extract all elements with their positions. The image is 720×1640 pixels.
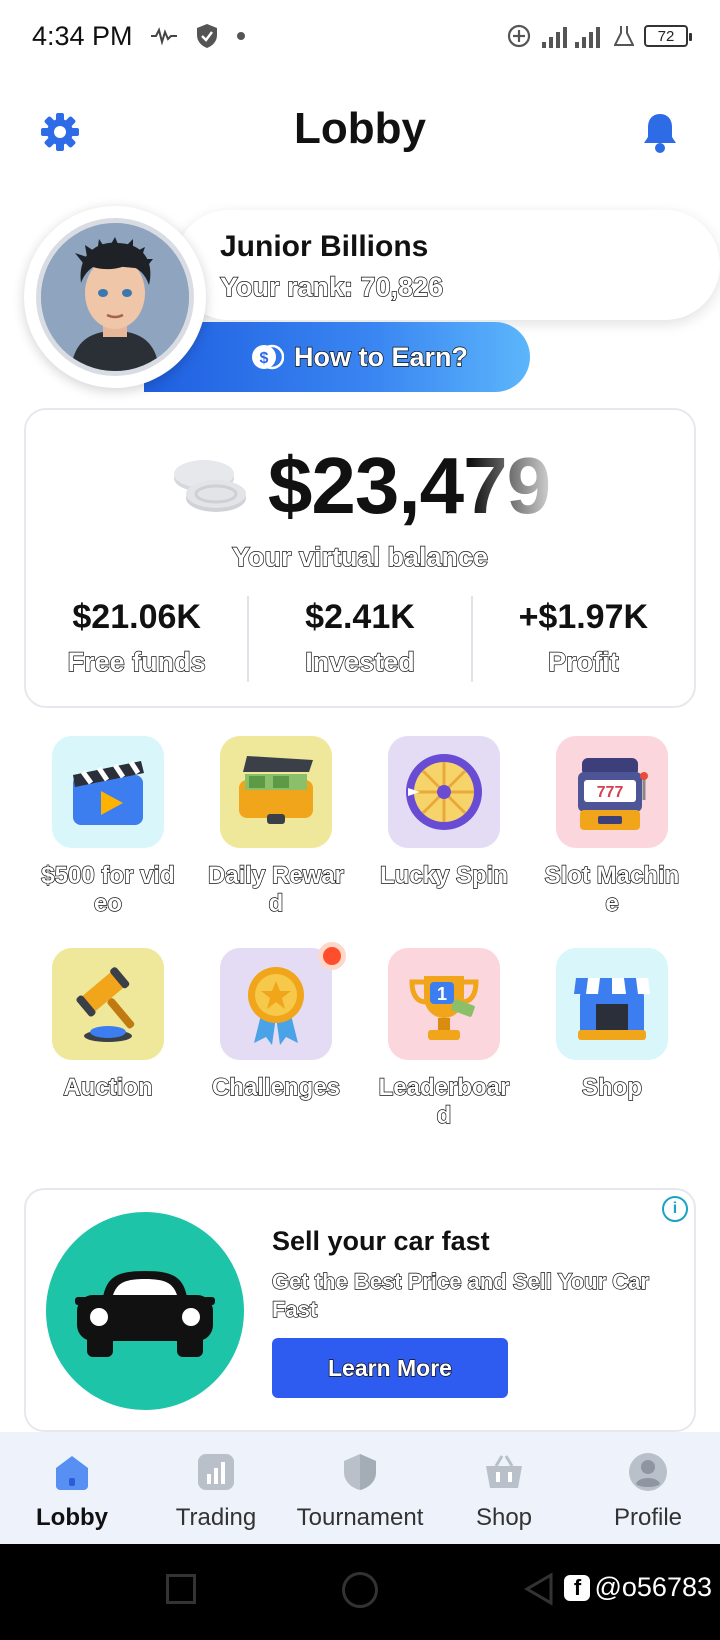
money-case-icon [220, 736, 332, 848]
nav-label: Lobby [36, 1504, 108, 1531]
feature-label: Leaderboard [378, 1073, 510, 1129]
battery-icon: 72 [644, 25, 692, 47]
feature-label: Slot Machine [544, 861, 680, 917]
coin-icon: $ [252, 344, 284, 370]
basket-icon [484, 1452, 524, 1492]
facebook-icon: f [564, 1574, 591, 1601]
watermark-text: @o56783 [594, 1572, 712, 1602]
feature-slot-machine[interactable]: 777 Slot Machine [528, 736, 696, 918]
ad-info-icon[interactable]: i [662, 1196, 688, 1222]
feature-shop[interactable]: Shop [528, 948, 696, 1130]
feature-lucky-spin[interactable]: Lucky Spin [360, 736, 528, 918]
svg-text:$: $ [260, 350, 269, 367]
user-icon [628, 1452, 668, 1492]
ad-card[interactable]: i Sell your car fast Get the Best Price … [24, 1188, 696, 1432]
chart-icon [196, 1452, 236, 1492]
stat-label: Free funds [67, 646, 206, 677]
stat-value: $2.41K [305, 598, 415, 636]
profile-info-pill [174, 210, 720, 320]
stat-value: +$1.97K [518, 598, 649, 636]
stat-label: Invested [305, 646, 416, 677]
nav-label: Profile [613, 1504, 683, 1531]
feature-label: Challenges [211, 1073, 341, 1101]
how-to-earn-button[interactable]: $ How to Earn? [144, 322, 530, 392]
nav-label: Trading [175, 1504, 257, 1531]
feature-label: Daily Reward [207, 861, 345, 917]
home-button[interactable] [342, 1572, 378, 1608]
page-title: Lobby [294, 104, 426, 153]
nav-shop[interactable]: Shop [432, 1432, 576, 1544]
clapperboard-icon [52, 736, 164, 848]
notifications-button[interactable] [636, 108, 684, 156]
waveform-icon [150, 27, 177, 45]
stat-profit: +$1.97K Profit [473, 596, 694, 682]
learn-more-label: Learn More [327, 1354, 452, 1381]
car-logo-icon [46, 1212, 244, 1410]
feature-label: Shop [581, 1073, 642, 1101]
nav-profile[interactable]: Profile [576, 1432, 720, 1544]
bell-icon [644, 114, 676, 153]
battery-level: 72 [657, 27, 675, 45]
ad-description: Get the Best Price and Sell Your Car Fas… [271, 1268, 649, 1322]
watermark: f @o56783 [564, 1572, 712, 1603]
stat-value: $21.06K [72, 598, 201, 636]
wheel-icon [388, 736, 500, 848]
nav-tournament[interactable]: Tournament [288, 1432, 432, 1544]
signal-icon [542, 27, 600, 48]
feature-video[interactable]: $500 for video [24, 736, 192, 918]
status-time: 4:34 PM [32, 20, 133, 51]
svg-text:1: 1 [437, 984, 447, 1004]
how-to-earn-label: How to Earn? [293, 341, 468, 372]
medal-icon [220, 942, 346, 1060]
nav-label: Tournament [296, 1504, 424, 1531]
shield-icon [340, 1452, 380, 1492]
bottom-nav: Lobby Trading Tournament Shop Profile [0, 1432, 720, 1544]
balance-card: $23,479 Your virtual balance $21.06K Fre… [24, 408, 696, 708]
feature-auction[interactable]: Auction [24, 948, 192, 1130]
status-bar: 4:34 PM 72 [0, 0, 720, 72]
avatar-image [36, 218, 194, 376]
feature-leaderboard[interactable]: 1 Leaderboard [360, 948, 528, 1130]
svg-text:777: 777 [597, 784, 624, 801]
recents-button[interactable] [166, 1574, 196, 1604]
user-rank: Your rank: 70,826 [219, 271, 444, 302]
shield-status-icon [196, 24, 217, 48]
nav-trading[interactable]: Trading [144, 1432, 288, 1544]
slot-machine-icon: 777 [556, 736, 668, 848]
notification-dot [318, 942, 346, 970]
feature-label: Lucky Spin [379, 861, 509, 889]
balance-amount: $23,479 [267, 441, 551, 530]
flask-icon [614, 26, 634, 46]
ad-title: Sell your car fast [272, 1226, 490, 1256]
feature-challenges[interactable]: Challenges [192, 942, 360, 1130]
system-nav-bar: f @o56783 [0, 1544, 720, 1640]
feature-daily-reward[interactable]: Daily Reward [192, 736, 360, 918]
learn-more-button[interactable]: Learn More [272, 1338, 508, 1398]
feature-label: Auction [63, 1073, 154, 1101]
profile-card: $ How to Earn? Junior Billions Your rank… [24, 206, 720, 396]
balance-caption: Your virtual balance [231, 541, 489, 572]
user-name: Junior Billions [220, 230, 429, 263]
stat-invested: $2.41K Invested [249, 596, 473, 682]
gavel-icon [52, 948, 164, 1060]
trophy-icon: 1 [388, 948, 500, 1060]
stat-label: Profit [547, 646, 619, 677]
balance-stats: $21.06K Free funds $2.41K Invested +$1.9… [26, 596, 694, 682]
nav-label: Shop [475, 1504, 533, 1531]
header: Lobby [0, 92, 720, 172]
back-button[interactable] [524, 1572, 554, 1606]
data-saver-icon [507, 24, 531, 48]
coins-icon [173, 460, 246, 512]
feature-grid: $500 for video Daily Reward Lucky Spin 7… [24, 736, 696, 1130]
home-icon [52, 1452, 92, 1492]
dot-icon [236, 32, 245, 40]
balance-row: $23,479 [26, 440, 694, 532]
nav-lobby[interactable]: Lobby [0, 1432, 144, 1544]
avatar[interactable] [24, 206, 206, 388]
stat-free-funds: $21.06K Free funds [26, 596, 250, 682]
feature-label: $500 for video [41, 861, 176, 917]
store-icon [556, 948, 668, 1060]
